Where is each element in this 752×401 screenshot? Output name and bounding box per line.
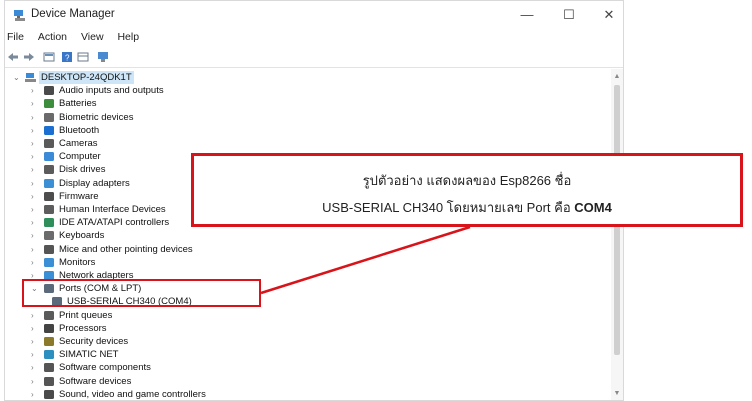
chevron-right-icon[interactable]: › xyxy=(31,335,39,348)
tree-item-label: Disk drives xyxy=(59,164,106,176)
keyboard-icon xyxy=(44,231,54,241)
camera-icon xyxy=(44,139,54,148)
chevron-right-icon[interactable]: › xyxy=(31,322,39,335)
monitor-icon xyxy=(44,257,54,267)
display-icon xyxy=(44,178,54,188)
chevron-right-icon[interactable]: › xyxy=(31,124,39,137)
software-device-icon xyxy=(44,376,54,386)
menu-file[interactable]: File xyxy=(7,31,24,43)
processor-icon xyxy=(44,323,54,333)
chevron-right-icon[interactable]: › xyxy=(31,309,39,322)
tree-item-label: Firmware xyxy=(59,190,99,202)
bluetooth-icon xyxy=(44,125,54,135)
chevron-right-icon[interactable]: › xyxy=(31,137,39,150)
tree-item-label: Computer xyxy=(59,151,101,163)
toolbar-divider xyxy=(5,67,623,68)
chevron-right-icon[interactable]: › xyxy=(31,388,39,400)
callout-line-2-text: USB-SERIAL CH340 โดยหมายเลข Port คือ xyxy=(322,200,575,215)
tree-root-label: DESKTOP-24QDK1T xyxy=(39,71,134,84)
disk-icon xyxy=(44,165,54,175)
help-icon[interactable]: ? xyxy=(61,51,73,63)
forward-arrow-icon[interactable] xyxy=(23,51,35,63)
chevron-right-icon[interactable]: › xyxy=(31,243,39,256)
properties-icon[interactable] xyxy=(43,51,55,63)
view-icon[interactable] xyxy=(77,51,89,63)
chip-icon xyxy=(44,191,54,201)
tree-item-label: Software components xyxy=(59,362,151,374)
sound-icon xyxy=(44,389,54,399)
tree-item-label: Sound, video and game controllers xyxy=(59,388,206,400)
tree-item-label: Cameras xyxy=(59,138,98,149)
chevron-down-icon[interactable]: ⌄ xyxy=(13,71,21,84)
hid-icon xyxy=(44,205,54,214)
software-component-icon xyxy=(44,363,54,373)
chevron-right-icon[interactable]: › xyxy=(31,361,39,374)
computer-root-icon xyxy=(25,73,36,82)
callout-com-port: COM4 xyxy=(574,200,612,215)
scroll-down-icon[interactable]: ▼ xyxy=(611,388,623,400)
menu-action[interactable]: Action xyxy=(38,31,67,43)
chevron-right-icon[interactable]: › xyxy=(31,150,39,163)
annotation-callout: รูปตัวอย่าง แสดงผลของ Esp8266 ชื่อ USB-S… xyxy=(191,153,743,227)
chevron-right-icon[interactable]: › xyxy=(31,111,39,124)
chevron-right-icon[interactable]: › xyxy=(31,84,39,97)
callout-line-2: USB-SERIAL CH340 โดยหมายเลข Port คือ COM… xyxy=(194,197,740,218)
printer-icon xyxy=(44,310,54,320)
tree-item-label: Batteries xyxy=(59,98,97,110)
chevron-right-icon[interactable]: › xyxy=(31,203,39,216)
chevron-right-icon[interactable]: › xyxy=(31,163,39,176)
tree-item-label: Processors xyxy=(59,322,107,334)
tree-item-label: Software devices xyxy=(59,375,132,387)
tree-item-label: Display adapters xyxy=(59,177,130,189)
chevron-right-icon[interactable]: › xyxy=(31,256,39,269)
chevron-right-icon[interactable]: › xyxy=(31,177,39,190)
tree-item-label: Audio inputs and outputs xyxy=(59,85,164,97)
tree-item-label: Mice and other pointing devices xyxy=(59,243,193,255)
title-bar: Device Manager — ☐ ✕ xyxy=(5,1,623,29)
callout-line-1: รูปตัวอย่าง แสดงผลของ Esp8266 ชื่อ xyxy=(362,173,572,188)
simatic-icon xyxy=(44,350,54,360)
back-arrow-icon[interactable] xyxy=(7,51,19,63)
mouse-icon xyxy=(44,244,54,254)
tree-item-label: Bluetooth xyxy=(59,124,100,136)
chevron-right-icon[interactable]: › xyxy=(31,190,39,203)
battery-icon xyxy=(44,99,54,109)
chevron-right-icon[interactable]: › xyxy=(31,348,39,361)
minimize-button[interactable]: — xyxy=(507,3,547,27)
chevron-right-icon[interactable]: › xyxy=(31,216,39,229)
chevron-right-icon[interactable]: › xyxy=(31,375,39,388)
tree-item-label: IDE ATA/ATAPI controllers xyxy=(59,217,170,229)
scroll-up-icon[interactable]: ▲ xyxy=(611,71,623,83)
device-tree: ⌄ DESKTOP-24QDK1T › Audio inputs and outp… xyxy=(5,69,613,400)
scan-hardware-icon[interactable] xyxy=(97,51,109,63)
device-manager-icon xyxy=(14,10,25,21)
tree-item-label: Security devices xyxy=(59,336,129,347)
ports-highlight-box xyxy=(22,279,261,307)
tree-item-label: Print queues xyxy=(59,309,113,321)
computer-icon xyxy=(44,152,54,162)
speaker-icon xyxy=(44,86,54,96)
window-title: Device Manager xyxy=(31,8,115,20)
tree-item-label: Biometric devices xyxy=(59,111,134,123)
chevron-right-icon[interactable]: › xyxy=(31,229,39,242)
menu-help[interactable]: Help xyxy=(117,31,139,43)
vertical-scrollbar[interactable]: ▲ ▼ xyxy=(611,69,623,400)
controller-icon xyxy=(44,218,54,228)
tree-item-label: SIMATIC NET xyxy=(59,349,119,361)
security-icon xyxy=(44,337,54,346)
tree-item-label: Human Interface Devices xyxy=(59,204,166,215)
close-button[interactable]: ✕ xyxy=(589,3,623,27)
maximize-button[interactable]: ☐ xyxy=(549,3,589,27)
menu-view[interactable]: View xyxy=(81,31,104,43)
fingerprint-icon xyxy=(44,112,54,122)
toolbar: ? xyxy=(5,49,623,67)
chevron-right-icon[interactable]: › xyxy=(31,97,39,110)
svg-text:?: ? xyxy=(65,54,70,63)
tree-item-label: Keyboards xyxy=(59,230,105,242)
menu-bar: File Action View Help xyxy=(5,31,148,47)
tree-item-label: Monitors xyxy=(59,256,96,268)
